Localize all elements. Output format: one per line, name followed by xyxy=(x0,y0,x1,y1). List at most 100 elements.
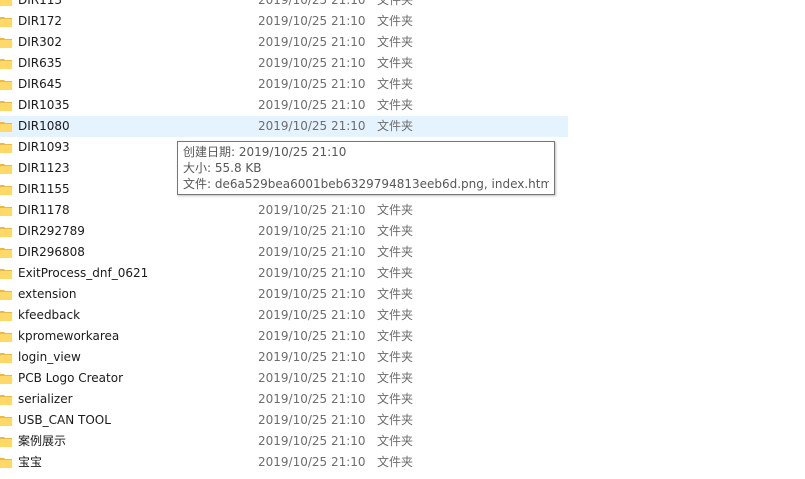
file-modified-date: 2019/10/25 21:10 xyxy=(258,392,366,406)
folder-icon xyxy=(0,122,12,132)
file-row[interactable]: ExitProcess_dnf_0621 2019/10/25 21:10 文件夹 xyxy=(0,263,805,284)
file-name: DIR1035 xyxy=(18,98,70,112)
folder-icon xyxy=(0,416,12,426)
file-name: ExitProcess_dnf_0621 xyxy=(18,266,149,280)
file-modified-date: 2019/10/25 21:10 xyxy=(258,224,366,238)
file-row[interactable]: DIR302 2019/10/25 21:10 文件夹 xyxy=(0,32,805,53)
file-type: 文件夹 xyxy=(377,98,414,112)
folder-icon xyxy=(0,17,12,27)
file-row[interactable]: 宝宝 2019/10/25 21:10 文件夹 xyxy=(0,452,805,473)
folder-icon xyxy=(0,0,12,6)
folder-icon xyxy=(0,374,12,384)
file-name: USB_CAN TOOL xyxy=(18,413,111,427)
folder-icon xyxy=(0,227,12,237)
file-name: DIR645 xyxy=(18,77,63,91)
file-row[interactable]: kfeedback 2019/10/25 21:10 文件夹 xyxy=(0,305,805,326)
tooltip-files: 文件: de6a529bea6001beb6329794813eeb6d.png… xyxy=(183,177,549,191)
file-modified-date: 2019/10/25 21:10 xyxy=(258,98,366,112)
folder-icon xyxy=(0,101,12,111)
file-modified-date: 2019/10/25 21:10 xyxy=(258,35,366,49)
file-name: DIR302 xyxy=(18,35,63,49)
folder-icon xyxy=(0,332,12,342)
folder-icon xyxy=(0,269,12,279)
file-row[interactable]: PCB Logo Creator 2019/10/25 21:10 文件夹 xyxy=(0,368,805,389)
file-name: DIR172 xyxy=(18,14,63,28)
file-row[interactable]: DIR172 2019/10/25 21:10 文件夹 xyxy=(0,11,805,32)
file-name: kfeedback xyxy=(18,308,81,322)
file-type: 文件夹 xyxy=(377,77,414,91)
file-row[interactable]: DIR1035 2019/10/25 21:10 文件夹 xyxy=(0,95,805,116)
file-row[interactable]: DIR635 2019/10/25 21:10 文件夹 xyxy=(0,53,805,74)
file-type: 文件夹 xyxy=(377,434,414,448)
file-type: 文件夹 xyxy=(377,224,414,238)
folder-icon xyxy=(0,353,12,363)
file-row[interactable]: 案例展示 2019/10/25 21:10 文件夹 xyxy=(0,431,805,452)
file-name: kpromeworkarea xyxy=(18,329,120,343)
tooltip-created-date: 创建日期: 2019/10/25 21:10 xyxy=(183,145,347,159)
file-name: DIR292789 xyxy=(18,224,85,238)
folder-icon xyxy=(0,311,12,321)
file-name: serializer xyxy=(18,392,73,406)
file-modified-date: 2019/10/25 21:10 xyxy=(258,266,366,280)
tooltip-size: 大小: 55.8 KB xyxy=(183,161,262,175)
file-name: DIR635 xyxy=(18,56,63,70)
file-modified-date: 2019/10/25 21:10 xyxy=(258,371,366,385)
file-modified-date: 2019/10/25 21:10 xyxy=(258,203,366,217)
file-type: 文件夹 xyxy=(377,0,414,7)
file-modified-date: 2019/10/25 21:10 xyxy=(258,14,366,28)
file-type: 文件夹 xyxy=(377,350,414,364)
file-name: 宝宝 xyxy=(18,455,43,469)
file-type: 文件夹 xyxy=(377,56,414,70)
file-name: DIR296808 xyxy=(18,245,85,259)
file-modified-date: 2019/10/25 21:10 xyxy=(258,329,366,343)
file-name: PCB Logo Creator xyxy=(18,371,124,385)
file-row[interactable]: DIR113 2019/10/25 21:10 文件夹 xyxy=(0,0,805,11)
file-row[interactable]: login_view 2019/10/25 21:10 文件夹 xyxy=(0,347,805,368)
file-row[interactable]: serializer 2019/10/25 21:10 文件夹 xyxy=(0,389,805,410)
folder-icon xyxy=(0,395,12,405)
file-modified-date: 2019/10/25 21:10 xyxy=(258,455,366,469)
file-row[interactable]: DIR292789 2019/10/25 21:10 文件夹 xyxy=(0,221,805,242)
file-modified-date: 2019/10/25 21:10 xyxy=(258,413,366,427)
file-modified-date: 2019/10/25 21:10 xyxy=(258,119,366,133)
folder-icon xyxy=(0,38,12,48)
file-row[interactable]: DIR645 2019/10/25 21:10 文件夹 xyxy=(0,74,805,95)
file-modified-date: 2019/10/25 21:10 xyxy=(258,434,366,448)
folder-icon xyxy=(0,437,12,447)
folder-icon xyxy=(0,164,12,174)
file-tooltip: 创建日期: 2019/10/25 21:10 大小: 55.8 KB 文件: d… xyxy=(177,141,555,195)
file-row[interactable]: kpromeworkarea 2019/10/25 21:10 文件夹 xyxy=(0,326,805,347)
file-modified-date: 2019/10/25 21:10 xyxy=(258,56,366,70)
file-modified-date: 2019/10/25 21:10 xyxy=(258,77,366,91)
folder-icon xyxy=(0,206,12,216)
file-row[interactable]: extension 2019/10/25 21:10 文件夹 xyxy=(0,284,805,305)
file-type: 文件夹 xyxy=(377,455,414,469)
file-row[interactable]: DIR1080 2019/10/25 21:10 文件夹 xyxy=(0,116,805,137)
file-type: 文件夹 xyxy=(377,392,414,406)
file-row[interactable]: DIR1178 2019/10/25 21:10 文件夹 xyxy=(0,200,805,221)
file-modified-date: 2019/10/25 21:10 xyxy=(258,245,366,259)
file-type: 文件夹 xyxy=(377,287,414,301)
file-type: 文件夹 xyxy=(377,35,414,49)
folder-icon xyxy=(0,80,12,90)
file-modified-date: 2019/10/25 21:10 xyxy=(258,308,366,322)
file-type: 文件夹 xyxy=(377,14,414,28)
file-modified-date: 2019/10/25 21:10 xyxy=(258,0,366,7)
file-name: DIR1178 xyxy=(18,203,70,217)
file-type: 文件夹 xyxy=(377,329,414,343)
file-modified-date: 2019/10/25 21:10 xyxy=(258,350,366,364)
file-row[interactable]: DIR296808 2019/10/25 21:10 文件夹 xyxy=(0,242,805,263)
file-type: 文件夹 xyxy=(377,308,414,322)
folder-icon xyxy=(0,185,12,195)
file-modified-date: 2019/10/25 21:10 xyxy=(258,287,366,301)
file-type: 文件夹 xyxy=(377,203,414,217)
folder-icon xyxy=(0,248,12,258)
folder-icon xyxy=(0,458,12,468)
file-type: 文件夹 xyxy=(377,413,414,427)
file-type: 文件夹 xyxy=(377,245,414,259)
file-name: DIR113 xyxy=(18,0,63,7)
file-name: login_view xyxy=(18,350,81,364)
file-name: extension xyxy=(18,287,77,301)
folder-icon xyxy=(0,290,12,300)
file-row[interactable]: USB_CAN TOOL 2019/10/25 21:10 文件夹 xyxy=(0,410,805,431)
